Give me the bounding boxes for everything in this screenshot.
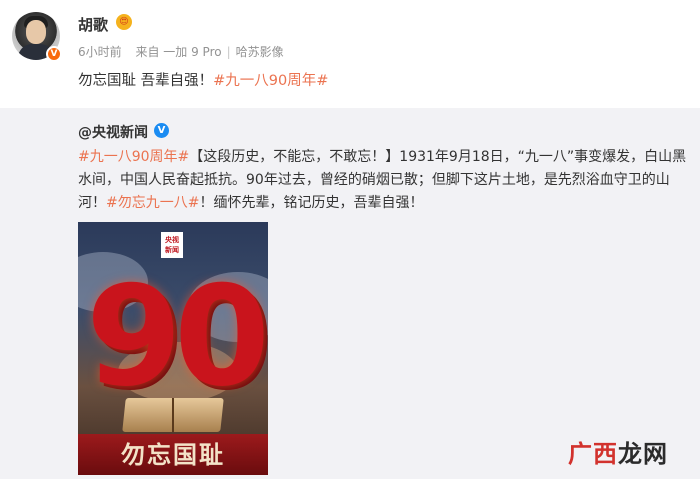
post-text: 勿忘国耻 吾辈自强！#九一八90周年#	[78, 69, 328, 90]
poster-number: 90	[86, 256, 268, 417]
watermark-part1: 广西	[568, 440, 618, 468]
book-spine	[172, 398, 174, 432]
repost-hashtag-link-end[interactable]: #勿忘九一八#	[106, 195, 199, 211]
meta-separator	[127, 45, 131, 59]
post-source: 来自 一加 9 Pro	[135, 45, 222, 59]
post-meta: 6小时前 来自 一加 9 Pro | 哈苏影像	[78, 43, 284, 60]
post-hashtag-link[interactable]: #九一八90周年#	[213, 73, 328, 89]
logo-text-line2: 新闻	[165, 246, 179, 254]
meta-separator: |	[226, 45, 231, 59]
repost-author-link[interactable]: @央视新闻	[78, 122, 148, 142]
reposted-content: @央视新闻 V #九一八90周年#【这段历史，不能忘，不敢忘！】1931年9月1…	[0, 108, 700, 479]
post-username[interactable]: 胡歌	[78, 14, 108, 35]
repost-body: #九一八90周年#【这段历史，不能忘，不敢忘！】1931年9月18日，“九一八”…	[78, 146, 690, 215]
poster-banner-text: 勿忘国耻	[121, 440, 225, 469]
poster-image[interactable]: 央视 新闻 90 勿忘国耻	[78, 222, 268, 475]
verified-blue-icon: V	[154, 123, 169, 138]
repost-body-tail: ！缅怀先辈，铭记历史，吾辈自强！	[199, 195, 424, 211]
weibo-post: V 胡歌 😍 6小时前 来自 一加 9 Pro | 哈苏影像 勿忘国耻 吾辈自强！#…	[0, 0, 700, 108]
emoji-badge-icon: 😍	[116, 14, 132, 30]
logo-text-line1: 央视	[165, 236, 179, 244]
post-location-tag[interactable]: 哈苏影像	[236, 43, 284, 60]
repost-hashtag-link[interactable]: #九一八90周年#	[78, 149, 189, 165]
avatar-face	[26, 20, 46, 44]
watermark-part2: 龙网	[618, 440, 668, 468]
post-text-main: 勿忘国耻 吾辈自强！	[78, 73, 214, 89]
verified-user-icon: V	[46, 46, 62, 62]
post-time[interactable]: 6小时前	[78, 43, 122, 60]
cctv-news-logo: 央视 新闻	[161, 232, 183, 258]
site-watermark: 广西龙网	[568, 434, 668, 469]
